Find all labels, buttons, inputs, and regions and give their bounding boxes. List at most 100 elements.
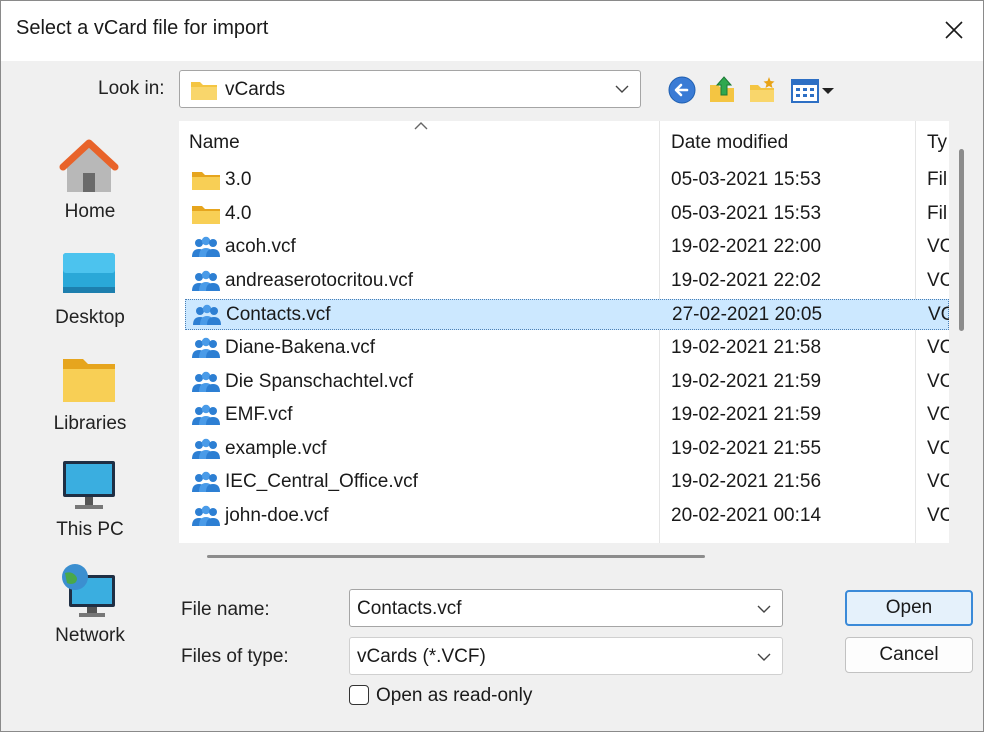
libraries-icon bbox=[63, 359, 115, 402]
type-cell: VC bbox=[927, 337, 949, 358]
open-button[interactable]: Open bbox=[845, 590, 973, 626]
file-name-combo[interactable]: Contacts.vcf bbox=[349, 589, 783, 627]
back-icon[interactable] bbox=[667, 75, 697, 105]
new-folder-icon[interactable] bbox=[747, 75, 777, 105]
folder-icon bbox=[192, 172, 220, 190]
folder-icon bbox=[191, 82, 217, 100]
network-icon bbox=[62, 564, 115, 617]
file-list[interactable]: Name Date modified Ty 3.0 05-03-2021 15:5… bbox=[179, 121, 949, 543]
chevron-down-icon[interactable] bbox=[756, 603, 772, 615]
file-row[interactable]: example.vcf 19-02-2021 21:55 VC bbox=[185, 434, 949, 465]
vcard-contacts-icon bbox=[192, 505, 220, 526]
horizontal-scrollbar[interactable] bbox=[207, 555, 705, 558]
folder-icon bbox=[192, 205, 220, 224]
date-modified-cell: 19-02-2021 21:59 bbox=[671, 370, 822, 392]
file-name-cell: IEC_Central_Office.vcf bbox=[225, 471, 418, 493]
file-name-cell: andreaserotocritou.vcf bbox=[225, 269, 413, 291]
file-row[interactable]: EMF.vcf 19-02-2021 21:59 VC bbox=[185, 400, 949, 431]
date-modified-cell: 19-02-2021 21:56 bbox=[671, 471, 822, 493]
place-label: Libraries bbox=[53, 413, 127, 434]
date-modified-cell: 19-02-2021 22:00 bbox=[671, 236, 822, 258]
column-header-date[interactable]: Date modified bbox=[671, 121, 788, 163]
type-cell: VC bbox=[927, 437, 949, 459]
file-row[interactable]: john-doe.vcf 20-02-2021 00:14 VC bbox=[185, 501, 949, 532]
file-open-dialog: Select a vCard file for import Look in: … bbox=[0, 0, 984, 732]
look-in-value: vCards bbox=[225, 79, 286, 100]
title-bar: Select a vCard file for import bbox=[1, 1, 983, 61]
place-label: Desktop bbox=[55, 307, 125, 328]
read-only-label[interactable]: Open as read-only bbox=[376, 685, 532, 707]
date-modified-cell: 19-02-2021 21:59 bbox=[671, 404, 822, 426]
this-pc-icon bbox=[63, 461, 115, 509]
read-only-checkbox[interactable] bbox=[349, 685, 369, 705]
date-modified-cell: 27-02-2021 20:05 bbox=[672, 304, 823, 326]
look-in-dropdown[interactable]: vCards bbox=[179, 70, 641, 108]
file-row[interactable]: 4.0 05-03-2021 15:53 Fil bbox=[185, 199, 949, 230]
file-name-cell: acoh.vcf bbox=[225, 236, 296, 258]
date-modified-cell: 19-02-2021 21:58 bbox=[671, 337, 822, 358]
sort-ascending-icon bbox=[414, 122, 428, 130]
file-row[interactable]: andreaserotocritou.vcf 19-02-2021 22:02 VC bbox=[185, 266, 949, 297]
close-button[interactable] bbox=[939, 13, 969, 47]
vcard-contacts-icon bbox=[192, 337, 220, 358]
place-desktop[interactable]: Desktop bbox=[9, 237, 171, 337]
vcard-contacts-icon bbox=[192, 236, 220, 258]
vcard-contacts-icon bbox=[192, 472, 220, 493]
file-row[interactable]: 3.0 05-03-2021 15:53 Fil bbox=[185, 165, 949, 196]
type-cell: Fil bbox=[927, 169, 948, 190]
file-name-cell: john-doe.vcf bbox=[225, 505, 329, 526]
place-label: Network bbox=[55, 625, 125, 646]
place-libraries[interactable]: Libraries bbox=[9, 343, 171, 443]
view-menu-icon[interactable] bbox=[789, 75, 837, 105]
vcard-contacts-icon bbox=[193, 305, 221, 326]
file-row[interactable]: IEC_Central_Office.vcf 19-02-2021 21:56 VC bbox=[185, 467, 949, 498]
up-folder-icon[interactable] bbox=[707, 75, 737, 105]
file-type-dropdown[interactable]: vCards (*.VCF) bbox=[349, 637, 783, 675]
date-modified-cell: 20-02-2021 00:14 bbox=[671, 505, 822, 526]
type-cell: VC bbox=[927, 471, 949, 493]
places-bar: Home Desktop Libraries This PC Network bbox=[9, 121, 171, 661]
date-modified-cell: 05-03-2021 15:53 bbox=[671, 169, 822, 190]
column-header-type[interactable]: Ty bbox=[927, 121, 949, 163]
file-name-cell: 3.0 bbox=[225, 169, 252, 190]
file-name-label: File name: bbox=[181, 599, 270, 620]
type-cell: VC bbox=[927, 370, 949, 392]
file-name-cell: Diane-Bakena.vcf bbox=[225, 337, 375, 358]
file-name-cell: example.vcf bbox=[225, 437, 327, 459]
file-row[interactable]: acoh.vcf 19-02-2021 22:00 VC bbox=[185, 232, 949, 263]
type-cell: VC bbox=[928, 304, 949, 326]
type-cell: Fil bbox=[927, 202, 948, 224]
vertical-scrollbar[interactable] bbox=[959, 149, 964, 331]
file-type-value: vCards (*.VCF) bbox=[357, 646, 486, 667]
file-type-label: Files of type: bbox=[181, 646, 289, 667]
cancel-button[interactable]: Cancel bbox=[845, 637, 973, 673]
home-icon bbox=[59, 139, 119, 192]
date-modified-cell: 19-02-2021 22:02 bbox=[671, 269, 822, 291]
file-name-cell: EMF.vcf bbox=[225, 404, 293, 426]
place-label: Home bbox=[64, 201, 116, 222]
place-home[interactable]: Home bbox=[9, 131, 171, 231]
file-name-cell: Contacts.vcf bbox=[226, 304, 331, 326]
file-name-input[interactable]: Contacts.vcf bbox=[357, 598, 462, 620]
file-row[interactable]: Die Spanschachtel.vcf 19-02-2021 21:59 VC bbox=[185, 367, 949, 398]
chevron-down-icon bbox=[615, 85, 629, 93]
type-cell: VC bbox=[927, 404, 949, 426]
type-cell: VC bbox=[927, 505, 949, 526]
place-network[interactable]: Network bbox=[9, 555, 171, 655]
place-this-pc[interactable]: This PC bbox=[9, 449, 171, 549]
file-row[interactable]: Diane-Bakena.vcf 19-02-2021 21:58 VC bbox=[185, 333, 949, 364]
type-cell: VC bbox=[927, 236, 949, 258]
look-in-label: Look in: bbox=[98, 78, 165, 99]
column-header-name[interactable]: Name bbox=[189, 121, 240, 163]
dialog-title: Select a vCard file for import bbox=[16, 17, 269, 39]
desktop-icon bbox=[63, 253, 115, 293]
file-row[interactable]: Contacts.vcf 27-02-2021 20:05 VC bbox=[185, 299, 949, 331]
type-cell: VC bbox=[927, 269, 949, 291]
date-modified-cell: 19-02-2021 21:55 bbox=[671, 437, 822, 459]
place-label: This PC bbox=[56, 519, 124, 540]
file-name-cell: 4.0 bbox=[225, 202, 252, 224]
vcard-contacts-icon bbox=[192, 371, 220, 392]
chevron-down-icon bbox=[757, 653, 771, 661]
vcard-contacts-icon bbox=[192, 438, 220, 459]
close-icon bbox=[945, 21, 963, 39]
